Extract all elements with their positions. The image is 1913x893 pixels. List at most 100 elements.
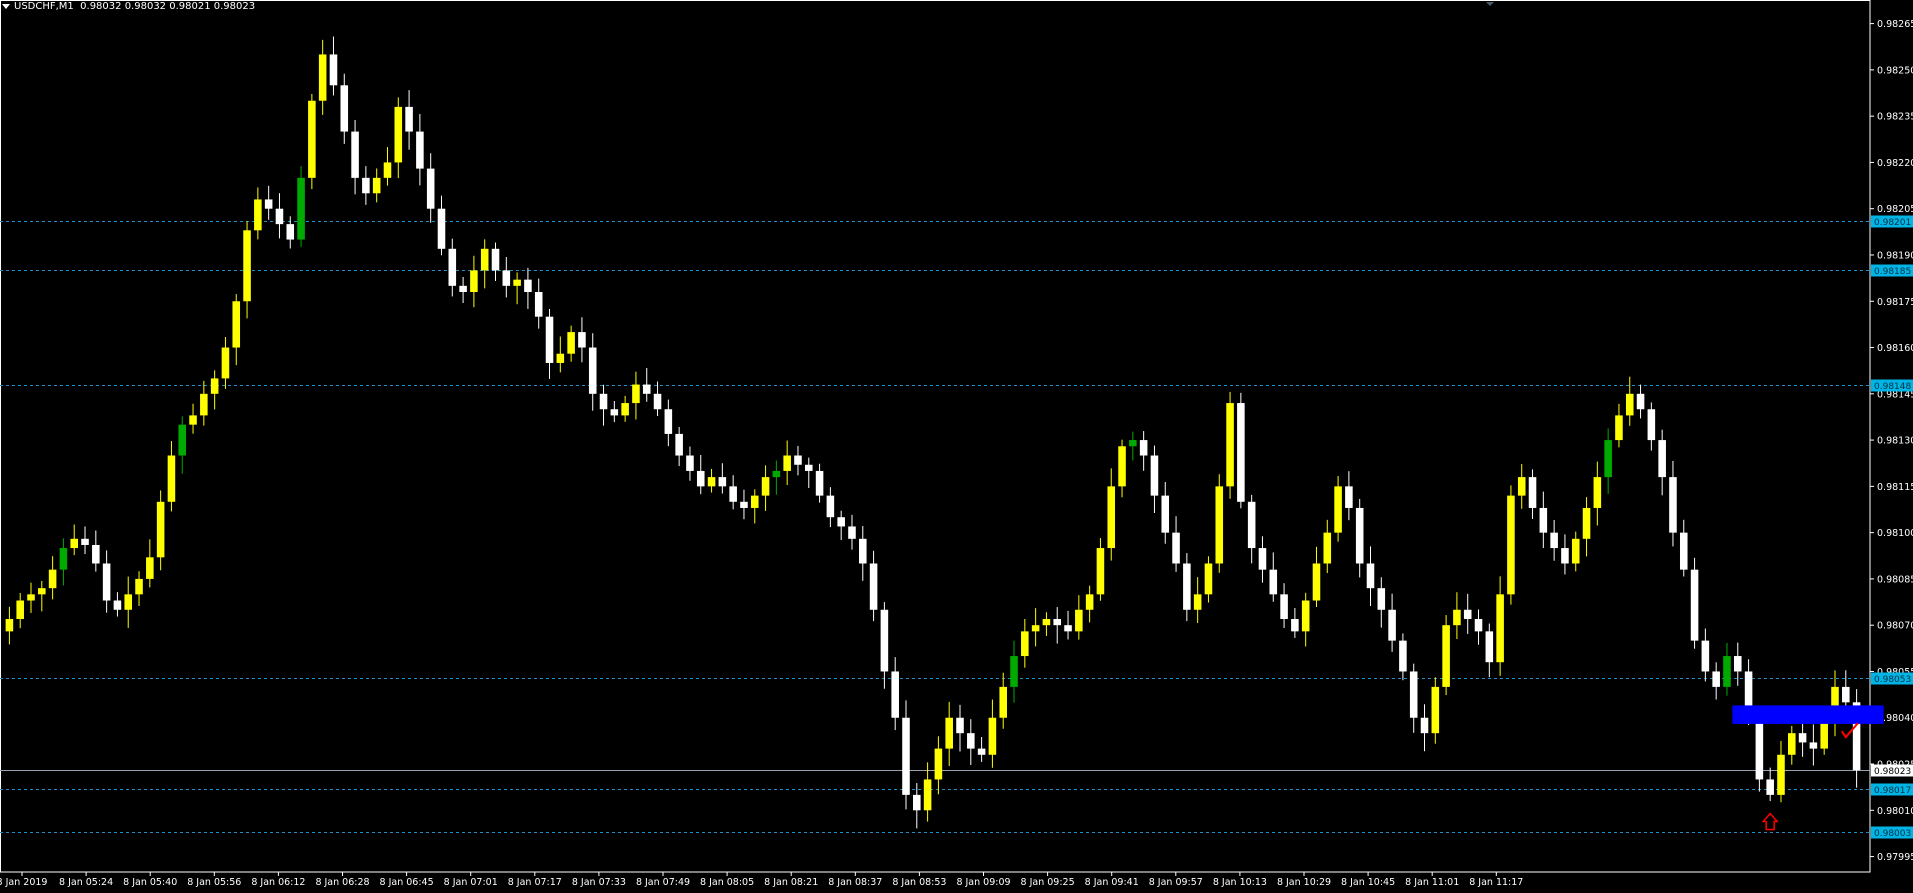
scroll-marker-icon (1486, 2, 1494, 6)
candle-body (1669, 477, 1677, 533)
candle-body (1571, 538, 1580, 564)
candle-body (642, 384, 651, 394)
x-tick-label: 8 Jan 08:05 (700, 877, 754, 888)
y-tick-label: 0.98130 (1877, 436, 1913, 447)
candle-body (1312, 563, 1321, 601)
candle-body (556, 353, 565, 363)
candle-body (1237, 403, 1245, 502)
candle-body (729, 486, 737, 502)
collapse-triangle-icon[interactable] (2, 4, 10, 9)
candle-body (524, 279, 532, 292)
x-tick-label: 8 Jan 09:25 (1021, 877, 1075, 888)
candle-body (999, 686, 1007, 718)
candle-body (1582, 507, 1591, 539)
chart-window[interactable]: 0.98265 0.98250 0.98235 0.98220 0.98205 0.981… (0, 0, 1913, 893)
candle-body (1798, 733, 1807, 743)
candle-body (1701, 640, 1710, 672)
candle-body (92, 544, 100, 564)
candle-body (200, 393, 208, 416)
candle-body (1453, 609, 1461, 626)
candle-body (977, 748, 986, 755)
candle-body (286, 224, 295, 240)
candle-body (675, 433, 683, 456)
candle-body (5, 619, 14, 632)
candle-body (146, 557, 154, 579)
candle-body (610, 409, 619, 416)
candle-body (1247, 501, 1256, 549)
candle-body (254, 199, 262, 231)
candle-body (599, 393, 608, 410)
price-chart[interactable]: 0.98265 0.98250 0.98235 0.98220 0.98205 0.981… (0, 0, 1913, 893)
y-tick-label: 0.98250 (1877, 65, 1913, 76)
candle-body (1788, 733, 1796, 755)
y-tick-label: 0.98085 (1877, 574, 1913, 585)
candle-body (923, 779, 932, 811)
candle-body (156, 501, 165, 558)
candle-body (437, 208, 446, 249)
candle-body (653, 393, 662, 410)
candle-body (1679, 532, 1688, 570)
candle-body (124, 594, 133, 610)
candle-body (1107, 486, 1116, 549)
candle-body (1690, 569, 1699, 641)
candle-body (178, 424, 187, 456)
candle-body (459, 285, 467, 292)
candle-body (1258, 548, 1267, 570)
y-tick-label: 0.98220 (1877, 158, 1913, 169)
candle-body (329, 54, 338, 86)
candle-body (740, 501, 748, 508)
candle-body (1291, 619, 1299, 632)
candle-body (189, 415, 197, 425)
x-tick-label: 8 Jan 10:29 (1277, 877, 1331, 888)
x-tick-label: 8 Jan 06:28 (315, 877, 369, 888)
y-tick-label: 0.98070 (1877, 621, 1913, 632)
candle-body (988, 717, 997, 755)
candle-body (59, 548, 68, 570)
candle-body (416, 131, 424, 169)
candle-body (1085, 594, 1094, 610)
candle-body (707, 477, 716, 487)
level-label: 0.98185 (1874, 267, 1911, 277)
candle-body (1301, 600, 1310, 632)
candle-body (967, 733, 975, 749)
candle-body (794, 455, 802, 465)
level-label: 0.98053 (1874, 675, 1911, 685)
candle-body (275, 208, 284, 225)
candle-body (1539, 507, 1548, 533)
candle-body (1129, 440, 1137, 447)
x-tick-label: 8 Jan 08:53 (892, 877, 946, 888)
candle-body (1042, 619, 1051, 626)
x-tick-label: 8 Jan 10:13 (1213, 877, 1267, 888)
candle-body (405, 106, 413, 132)
candle-body (1712, 671, 1720, 687)
candle-body (696, 470, 705, 487)
candle-body (761, 477, 770, 496)
candle-body (480, 248, 489, 271)
y-tick-label: 0.98100 (1877, 528, 1913, 539)
x-tick-label: 8 Jan 05:56 (187, 877, 241, 888)
candle-body (1388, 609, 1396, 641)
candle-body (664, 409, 673, 434)
x-tick-label: 8 Jan 07:17 (508, 877, 562, 888)
y-tick-label: 0.98115 (1877, 482, 1913, 493)
candle-body (1269, 569, 1278, 595)
candle-body (1064, 625, 1072, 632)
x-tick-label: 8 Jan 11:01 (1405, 877, 1459, 888)
candle-body (426, 168, 435, 209)
x-tick-label: 8 Jan 2019 (0, 877, 47, 888)
candle-body (16, 600, 24, 620)
y-tick-label: 0.98265 (1877, 19, 1913, 30)
candle-body (826, 495, 835, 518)
candle-body (1118, 446, 1126, 487)
candle-body (1550, 532, 1558, 549)
candle-body (1204, 563, 1213, 595)
candle-body (318, 54, 327, 101)
candle-body (1463, 609, 1472, 620)
candle-body (297, 177, 305, 240)
candle-body (1755, 717, 1764, 780)
candle-body (1031, 625, 1040, 632)
candle-body (1399, 640, 1407, 672)
y-tick-label: 0.98160 (1877, 343, 1913, 354)
level-label: 0.98003 (1874, 829, 1911, 839)
y-tick-label: 0.98190 (1877, 250, 1913, 261)
